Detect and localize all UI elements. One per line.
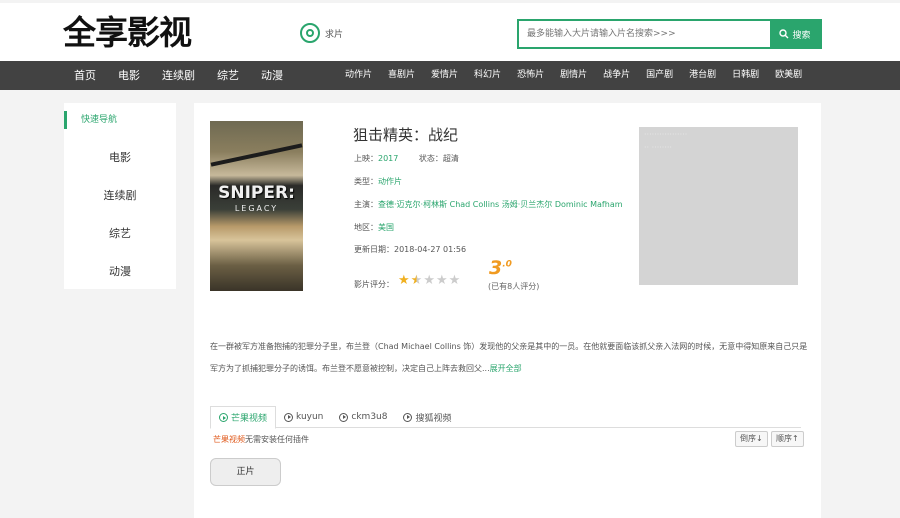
- rating-star-icon[interactable]: ★: [449, 274, 461, 287]
- year-link[interactable]: 2017: [378, 154, 398, 163]
- nav-genre-comedy[interactable]: 喜剧片: [388, 61, 415, 90]
- source-notice: 芒果视频无需安装任何插件: [213, 434, 309, 445]
- meta-year-status: 上映：2017 状态：超清: [354, 153, 459, 164]
- ad-line-1: ·················: [644, 130, 688, 139]
- tab-label: kuyun: [296, 412, 324, 422]
- rating-star-icon[interactable]: ★: [423, 274, 435, 287]
- type-link[interactable]: 动作片: [378, 177, 402, 186]
- rating-stars[interactable]: ★ ★ ★ ★ ★: [398, 274, 460, 287]
- rating-star-icon[interactable]: ★: [436, 274, 448, 287]
- region-link[interactable]: 美国: [378, 223, 394, 232]
- nav-item-anime[interactable]: 动漫: [261, 61, 283, 90]
- nav-genre-horror[interactable]: 恐怖片: [517, 61, 544, 90]
- sort-descending-button[interactable]: 倒序↓: [735, 431, 768, 447]
- tab-source-mango[interactable]: 芒果视频: [210, 406, 277, 429]
- nav-item-movie[interactable]: 电影: [118, 61, 140, 90]
- sidebar-item-anime[interactable]: 动漫: [64, 263, 176, 279]
- disc-icon: [300, 23, 320, 43]
- tab-source-sohu[interactable]: 搜狐视频: [395, 406, 459, 428]
- quick-nav-sidebar: 快速导航 电影 连续剧 综艺 动漫: [64, 103, 176, 289]
- nav-genre-drama[interactable]: 剧情片: [560, 61, 587, 90]
- tab-label: 芒果视频: [231, 414, 268, 424]
- sidebar-item-movie[interactable]: 电影: [64, 149, 176, 165]
- poster-subtitle: LEGACY: [234, 204, 279, 213]
- sidebar-item-variety[interactable]: 综艺: [64, 225, 176, 241]
- nav-genre-scifi[interactable]: 科幻片: [474, 61, 501, 90]
- rating-star-icon[interactable]: ★: [398, 274, 410, 287]
- updated-value: 2018-04-27 01:56: [394, 245, 467, 254]
- meta-region: 地区：美国: [354, 222, 394, 233]
- status-value: 超清: [442, 154, 459, 163]
- meta-type: 类型：动作片: [354, 176, 402, 187]
- episode-button[interactable]: 正片: [210, 458, 281, 486]
- request-movie-link[interactable]: 求片: [300, 23, 343, 43]
- nav-item-variety[interactable]: 综艺: [217, 61, 239, 90]
- cast-label: 主演：: [354, 200, 378, 209]
- nav-genre-jpkr[interactable]: 日韩剧: [732, 61, 759, 90]
- score-main: 3: [489, 257, 503, 279]
- rating-label: 影片评分：: [354, 280, 394, 289]
- score-count: (已有8人评分): [488, 282, 540, 291]
- cast-link[interactable]: 查德·迈克尔·柯林斯 Chad Collins 汤姆·贝兰杰尔 Dominic …: [378, 200, 623, 209]
- ad-placeholder[interactable]: ················· ·· ········: [639, 127, 798, 285]
- search-input[interactable]: [519, 21, 771, 47]
- play-icon: [339, 412, 349, 422]
- type-label: 类型：: [354, 177, 378, 186]
- nav-genre-action[interactable]: 动作片: [345, 61, 372, 90]
- tab-label: 搜狐视频: [415, 413, 452, 424]
- notice-text: 无需安装任何插件: [245, 435, 309, 444]
- site-logo[interactable]: 全享影视: [63, 13, 192, 53]
- tab-source-kuyun[interactable]: kuyun: [276, 406, 331, 428]
- movie-description: 在一群被军方准备抱捕的犯罪分子里，布兰登（Chad Michael Collin…: [210, 336, 810, 380]
- rating-star-icon[interactable]: ★: [411, 274, 423, 287]
- tab-label: ckm3u8: [351, 412, 388, 422]
- nav-genre-hktw[interactable]: 港台剧: [689, 61, 716, 90]
- nav-genre-romance[interactable]: 爱情片: [431, 61, 458, 90]
- score-decimal: .0: [502, 259, 512, 270]
- request-movie-label: 求片: [325, 29, 344, 40]
- movie-poster[interactable]: SNIPER: LEGACY: [210, 121, 303, 291]
- score-value: 3.0: [489, 257, 512, 279]
- status-label: 状态：: [418, 154, 443, 163]
- poster-rifle-graphic: [210, 143, 303, 167]
- poster-title: SNIPER:: [218, 183, 295, 203]
- year-label: 上映：: [354, 154, 378, 163]
- nav-item-home[interactable]: 首页: [74, 61, 96, 90]
- search-box: 搜索: [517, 19, 822, 49]
- search-icon: [779, 29, 789, 39]
- source-tabs: 芒果视频 kuyun ckm3u8 搜狐视频: [210, 406, 801, 429]
- ad-line-2: ·· ········: [644, 143, 672, 152]
- tab-source-ckm3u8[interactable]: ckm3u8: [331, 406, 395, 428]
- movie-detail-panel: SNIPER: LEGACY 狙击精英：战纪 上映：2017 状态：超清 类型：…: [194, 103, 821, 518]
- notice-highlight: 芒果视频: [213, 435, 245, 444]
- updated-label: 更新日期：: [354, 245, 394, 254]
- nav-genre-war[interactable]: 战争片: [603, 61, 630, 90]
- nav-item-series[interactable]: 连续剧: [162, 61, 195, 90]
- search-button-label: 搜索: [792, 30, 811, 41]
- play-icon: [403, 412, 413, 422]
- site-header: 全享影视 求片 搜索: [0, 0, 900, 62]
- main-nav: 首页 电影 连续剧 综艺 动漫 动作片 喜剧片 爱情片 科幻片 恐怖片 剧情片 …: [0, 61, 900, 90]
- movie-title: 狙击精英：战纪: [353, 126, 459, 144]
- sidebar-title: 快速导航: [64, 111, 117, 129]
- nav-genre-domestic[interactable]: 国产剧: [646, 61, 673, 90]
- meta-updated: 更新日期：2018-04-27 01:56: [354, 244, 466, 255]
- expand-all-link[interactable]: 展开全部: [490, 364, 522, 373]
- region-label: 地区：: [354, 223, 378, 232]
- search-button[interactable]: 搜索: [770, 21, 820, 47]
- play-icon: [219, 413, 228, 422]
- sort-ascending-button[interactable]: 顺序↑: [771, 431, 804, 447]
- meta-cast: 主演：查德·迈克尔·柯林斯 Chad Collins 汤姆·贝兰杰尔 Domin…: [354, 199, 623, 210]
- nav-genre-western[interactable]: 欧美剧: [775, 61, 802, 90]
- sidebar-item-series[interactable]: 连续剧: [64, 187, 176, 203]
- play-icon: [284, 412, 294, 422]
